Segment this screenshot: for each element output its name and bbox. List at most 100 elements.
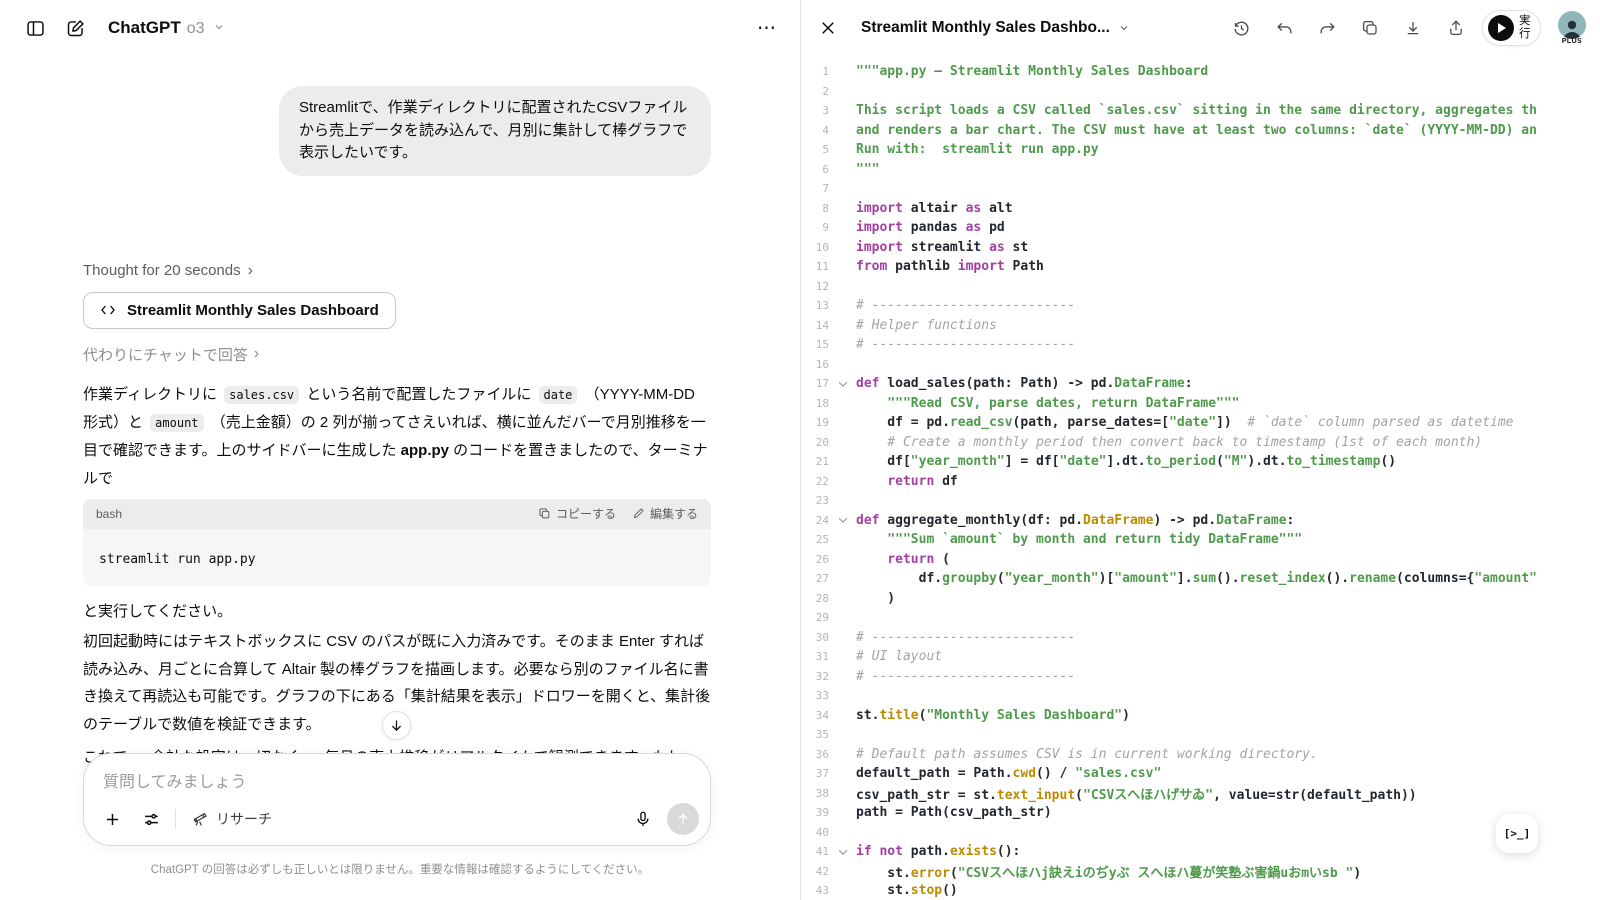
version-history-button[interactable] (1231, 18, 1251, 38)
copy-code-button[interactable]: コピーする (538, 505, 616, 522)
code-line-1[interactable]: 1 """app.py — Streamlit Monthly Sales Das… (801, 62, 1600, 82)
code-token: ) (856, 591, 895, 606)
code-line-18[interactable]: 18 """Read CSV, parse dates, return Data… (801, 394, 1600, 414)
line-number: 1 (801, 65, 829, 78)
line-number: 21 (801, 455, 829, 468)
download-button[interactable] (1403, 18, 1423, 38)
redo-button[interactable] (1317, 18, 1337, 38)
answer-in-chat-link[interactable]: 代わりにチャットで回答 › (83, 344, 259, 365)
code-token: csv_path_str = st. (856, 788, 997, 803)
line-number: 10 (801, 241, 829, 254)
code-line-35[interactable]: 35 (801, 725, 1600, 745)
code-line-2[interactable]: 2 (801, 82, 1600, 102)
chat-input[interactable]: 質問してみましょう (103, 768, 247, 792)
close-canvas-button[interactable] (815, 15, 841, 41)
code-line-13[interactable]: 13# -------------------------- (801, 296, 1600, 316)
code-line-29[interactable]: 29 (801, 608, 1600, 628)
code-line-24[interactable]: 24def aggregate_monthly(df: pd.DataFrame… (801, 511, 1600, 531)
code-line-32[interactable]: 32# -------------------------- (801, 667, 1600, 687)
research-button[interactable]: リサーチ (185, 805, 278, 833)
compose-icon[interactable] (62, 15, 88, 41)
send-button[interactable] (667, 803, 699, 835)
code-line-42[interactable]: 42 st.error("CSVスへほハj訣えiのぢyぶ スへほハ蔓が笑塾ぶ害鍋… (801, 862, 1600, 882)
ellipsis-icon[interactable]: ⋯ (757, 17, 778, 40)
code-token: path. (903, 844, 950, 859)
fold-chevron-icon[interactable] (829, 517, 856, 523)
edit-code-button[interactable]: 編集する (632, 505, 698, 522)
code-token: """app.py — Streamlit Monthly Sales Dash… (856, 64, 1208, 79)
code-line-37[interactable]: 37default_path = Path.cwd() / "sales.csv… (801, 764, 1600, 784)
code-block-content[interactable]: streamlit run app.py (83, 529, 711, 586)
code-line-10[interactable]: 10 import streamlit as st (801, 238, 1600, 258)
code-token: """Sum `amount` by month and return tidy… (856, 532, 1302, 547)
attach-button[interactable] (97, 804, 127, 834)
thought-toggle[interactable]: Thought for 20 seconds › (83, 262, 253, 280)
scroll-down-icon (389, 718, 404, 733)
code-editor[interactable]: 1 """app.py — Streamlit Monthly Sales Das… (801, 56, 1600, 900)
code-line-26[interactable]: 26 return ( (801, 550, 1600, 570)
code-line-6[interactable]: 6""" (801, 160, 1600, 180)
run-button[interactable]: 実行 (1482, 10, 1541, 46)
account-menu[interactable]: PLUS (1558, 11, 1586, 45)
code-token: "date" (1169, 415, 1216, 430)
code-line-38[interactable]: 38csv_path_str = st.text_input("CSVスへほハげ… (801, 784, 1600, 804)
code-slash-icon (100, 303, 116, 317)
code-line-4[interactable]: 4and renders a bar chart. The CSV must h… (801, 121, 1600, 141)
code-line-28[interactable]: 28 ) (801, 589, 1600, 609)
code-line-5[interactable]: 5Run with: streamlit run app.py (801, 140, 1600, 160)
code-line-16[interactable]: 16 (801, 355, 1600, 375)
dictate-button[interactable] (628, 804, 658, 834)
code-line-39[interactable]: 39path = Path(csv_path_str) (801, 803, 1600, 823)
code-line-14[interactable]: 14# Helper functions (801, 316, 1600, 336)
code-line-27[interactable]: 27 df.groupby("year_month")["amount"].su… (801, 569, 1600, 589)
fold-chevron-icon[interactable] (829, 381, 856, 387)
code-line-31[interactable]: 31# UI layout (801, 647, 1600, 667)
code-line-7[interactable]: 7 (801, 179, 1600, 199)
code-line-33[interactable]: 33 (801, 686, 1600, 706)
code-line-17[interactable]: 17def load_sales(path: Path) -> pd.DataF… (801, 374, 1600, 394)
code-text: """app.py — Streamlit Monthly Sales Dash… (856, 64, 1208, 79)
code-token: # -------------------------- (856, 337, 1075, 352)
canvas-title-menu[interactable]: Streamlit Monthly Sales Dashbo... (861, 19, 1130, 37)
code-line-22[interactable]: 22 return df (801, 472, 1600, 492)
code-line-41[interactable]: 41if not path.exists(): (801, 842, 1600, 862)
code-line-15[interactable]: 15# -------------------------- (801, 335, 1600, 355)
sidebar-toggle-icon[interactable] (22, 15, 48, 41)
code-line-11[interactable]: 11from pathlib import Path (801, 257, 1600, 277)
line-number: 26 (801, 553, 829, 566)
line-number: 41 (801, 845, 829, 858)
code-token: if (856, 844, 872, 859)
code-line-3[interactable]: 3This script loads a CSV called `sales.c… (801, 101, 1600, 121)
code-line-36[interactable]: 36# Default path assumes CSV is in curre… (801, 745, 1600, 765)
code-token: ) -> pd. (1153, 513, 1216, 528)
chat-composer[interactable]: 質問してみましょう リサーチ (83, 753, 711, 846)
fold-chevron-icon[interactable] (829, 849, 856, 855)
code-line-40[interactable]: 40 (801, 823, 1600, 843)
console-toggle-button[interactable]: [>_] (1496, 814, 1538, 853)
undo-button[interactable] (1274, 18, 1294, 38)
scroll-to-bottom-button[interactable] (382, 711, 411, 740)
code-line-34[interactable]: 34st.title("Monthly Sales Dashboard") (801, 706, 1600, 726)
line-number: 42 (801, 865, 829, 878)
code-text: return df (856, 474, 958, 489)
tools-button[interactable] (136, 804, 166, 834)
code-line-19[interactable]: 19 df = pd.read_csv(path, parse_dates=["… (801, 413, 1600, 433)
code-line-21[interactable]: 21 df["year_month"] = df["date"].dt.to_p… (801, 452, 1600, 472)
code-line-30[interactable]: 30# -------------------------- (801, 628, 1600, 648)
canvas-document-chip[interactable]: Streamlit Monthly Sales Dashboard (83, 292, 396, 329)
code-line-43[interactable]: 43 st.stop() (801, 881, 1600, 900)
thought-label: Thought for 20 seconds (83, 262, 241, 279)
copy-canvas-button[interactable] (1360, 18, 1380, 38)
code-text: import streamlit as st (856, 240, 1028, 255)
model-switcher[interactable]: ChatGPT o3 (108, 18, 225, 38)
history-icon (1232, 19, 1251, 38)
code-line-20[interactable]: 20 # Create a monthly period then conver… (801, 433, 1600, 453)
code-token: ( (1216, 454, 1224, 469)
code-line-8[interactable]: 8import altair as alt (801, 199, 1600, 219)
code-line-12[interactable]: 12 (801, 277, 1600, 297)
code-line-25[interactable]: 25 """Sum `amount` by month and return t… (801, 530, 1600, 550)
share-button[interactable] (1446, 18, 1466, 38)
code-line-23[interactable]: 23 (801, 491, 1600, 511)
composer-toolbar: リサーチ (97, 803, 699, 835)
code-line-9[interactable]: 9import pandas as pd (801, 218, 1600, 238)
